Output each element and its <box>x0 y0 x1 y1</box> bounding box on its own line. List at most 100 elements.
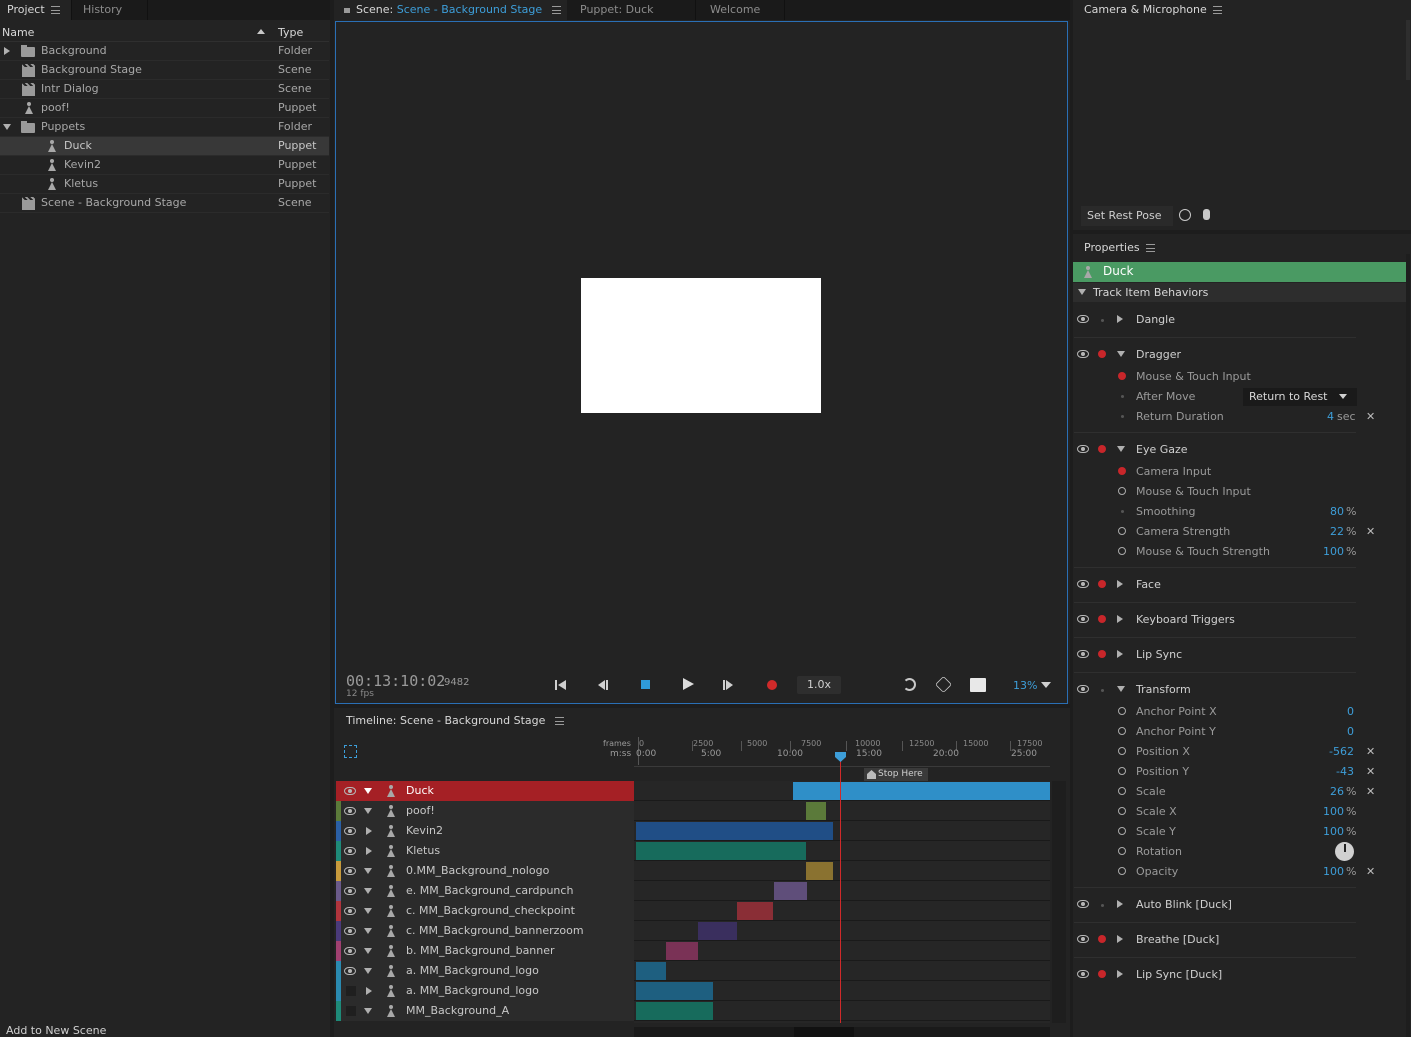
behavior-face[interactable]: Face <box>1136 578 1161 591</box>
menu-icon[interactable] <box>50 6 60 14</box>
collapse-arrow-icon[interactable] <box>3 124 11 130</box>
eye-icon[interactable] <box>1077 900 1089 908</box>
playback-speed-button[interactable]: 1.0x <box>797 676 841 694</box>
arm-circle-icon[interactable] <box>1118 727 1126 735</box>
track-clip[interactable] <box>737 902 773 920</box>
track-clip[interactable] <box>806 862 833 880</box>
reset-x-icon[interactable]: ✕ <box>1366 745 1375 758</box>
collapse-arrow-icon[interactable] <box>364 908 372 914</box>
track-clip[interactable] <box>806 802 826 820</box>
return-duration-value[interactable]: 4 <box>1310 410 1334 423</box>
collapse-arrow-icon[interactable] <box>364 928 372 934</box>
mt-strength-value[interactable]: 100 <box>1310 545 1344 558</box>
eye-icon[interactable] <box>344 807 356 815</box>
expand-arrow-icon[interactable] <box>1117 315 1123 323</box>
visibility-off-box[interactable] <box>346 986 356 996</box>
project-row[interactable]: Scene - Background Stage Scene <box>0 194 329 213</box>
collapse-arrow-icon[interactable] <box>1117 351 1125 357</box>
visibility-off-box[interactable] <box>346 1006 356 1016</box>
position-x-value[interactable]: -562 <box>1310 745 1354 758</box>
collapse-arrow-icon[interactable] <box>1078 289 1086 295</box>
set-rest-pose-button[interactable]: Set Rest Pose <box>1081 206 1173 226</box>
expand-arrow-icon[interactable] <box>1117 935 1123 943</box>
arm-circle-icon[interactable] <box>1118 707 1126 715</box>
eye-icon[interactable] <box>1077 935 1089 943</box>
eye-icon[interactable] <box>344 947 356 955</box>
reset-x-icon[interactable]: ✕ <box>1366 865 1375 878</box>
section-header[interactable]: Track Item Behaviors <box>1073 283 1406 302</box>
record-arm-icon[interactable] <box>1098 650 1106 658</box>
collapse-arrow-icon[interactable] <box>364 948 372 954</box>
tab-history[interactable]: History <box>72 0 148 20</box>
playhead-line[interactable] <box>840 757 841 1023</box>
project-row[interactable]: Kevin2 Puppet <box>0 156 329 175</box>
arm-circle-icon[interactable] <box>1118 827 1126 835</box>
collapse-arrow-icon[interactable] <box>364 968 372 974</box>
arm-circle-icon[interactable] <box>1118 487 1126 495</box>
arm-circle-icon[interactable] <box>1118 787 1126 795</box>
track-clip[interactable] <box>666 942 698 960</box>
eye-icon[interactable] <box>344 787 356 795</box>
reset-x-icon[interactable]: ✕ <box>1366 765 1375 778</box>
project-row[interactable]: Kletus Puppet <box>0 175 329 194</box>
behavior-transform[interactable]: Transform <box>1136 683 1191 696</box>
expand-arrow-icon[interactable] <box>1117 615 1123 623</box>
track-row[interactable]: c. MM_Background_bannerzoom <box>336 921 1050 941</box>
expand-arrow-icon[interactable] <box>1117 650 1123 658</box>
arm-circle-icon[interactable] <box>1118 807 1126 815</box>
tab-camera[interactable]: Camera & Microphone <box>1073 0 1411 20</box>
behavior-lip-sync[interactable]: Lip Sync <box>1136 648 1182 661</box>
collapse-arrow-icon[interactable] <box>1117 686 1125 692</box>
collapse-arrow-icon[interactable] <box>364 808 372 814</box>
step-back-icon[interactable] <box>598 679 610 691</box>
smoothing-value[interactable]: 80 <box>1310 505 1344 518</box>
record-arm-icon[interactable] <box>1118 372 1126 380</box>
scene-canvas[interactable] <box>581 278 821 413</box>
col-name-header[interactable]: Name <box>2 26 34 39</box>
eye-icon[interactable] <box>1077 350 1089 358</box>
project-row[interactable]: Intr Dialog Scene <box>0 80 329 99</box>
arm-circle-icon[interactable] <box>1118 867 1126 875</box>
after-move-select[interactable]: Return to Rest <box>1243 388 1357 406</box>
position-y-value[interactable]: -43 <box>1310 765 1354 778</box>
track-clip[interactable] <box>793 782 1050 800</box>
tab-welcome[interactable]: Welcome <box>697 0 785 20</box>
collapse-arrow-icon[interactable] <box>1117 446 1125 452</box>
expand-arrow-icon[interactable] <box>1117 970 1123 978</box>
track-clip[interactable] <box>636 962 666 980</box>
eye-icon[interactable] <box>344 887 356 895</box>
track-row[interactable]: 0.MM_Background_nologo <box>336 861 1050 881</box>
expand-arrow-icon[interactable] <box>4 47 10 55</box>
expand-arrow-icon[interactable] <box>1117 580 1123 588</box>
arm-circle-icon[interactable] <box>1118 847 1126 855</box>
record-arm-icon[interactable] <box>1098 970 1106 978</box>
track-clip[interactable] <box>636 842 806 860</box>
menu-icon[interactable] <box>555 717 565 725</box>
reset-x-icon[interactable]: ✕ <box>1366 410 1375 423</box>
expand-arrow-icon[interactable] <box>366 827 372 835</box>
arm-dot[interactable] <box>1101 689 1104 692</box>
eye-icon[interactable] <box>1077 685 1089 693</box>
microphone-icon[interactable] <box>1203 209 1210 220</box>
expand-arrow-icon[interactable] <box>1117 900 1123 908</box>
arm-circle-icon[interactable] <box>1118 527 1126 535</box>
arm-dot[interactable] <box>1101 319 1104 322</box>
track-clip[interactable] <box>774 882 807 900</box>
properties-scrollbar[interactable] <box>1406 254 1410 1037</box>
scale-y-value[interactable]: 100 <box>1310 825 1344 838</box>
timeline-vscroll[interactable] <box>1052 781 1066 1023</box>
eye-icon[interactable] <box>1077 615 1089 623</box>
project-row[interactable]: Background Folder <box>0 42 329 61</box>
record-arm-icon[interactable] <box>1098 350 1106 358</box>
arm-circle-icon[interactable] <box>1118 747 1126 755</box>
record-arm-icon[interactable] <box>1118 467 1126 475</box>
go-to-start-icon[interactable] <box>555 679 567 691</box>
background-icon[interactable] <box>970 678 986 692</box>
menu-icon[interactable] <box>1145 244 1155 252</box>
eye-icon[interactable] <box>1077 580 1089 588</box>
eye-icon[interactable] <box>344 907 356 915</box>
menu-icon[interactable] <box>1212 6 1222 14</box>
play-icon[interactable] <box>683 678 694 690</box>
camera-strength-value[interactable]: 22 <box>1310 525 1344 538</box>
step-forward-icon[interactable] <box>723 679 735 691</box>
